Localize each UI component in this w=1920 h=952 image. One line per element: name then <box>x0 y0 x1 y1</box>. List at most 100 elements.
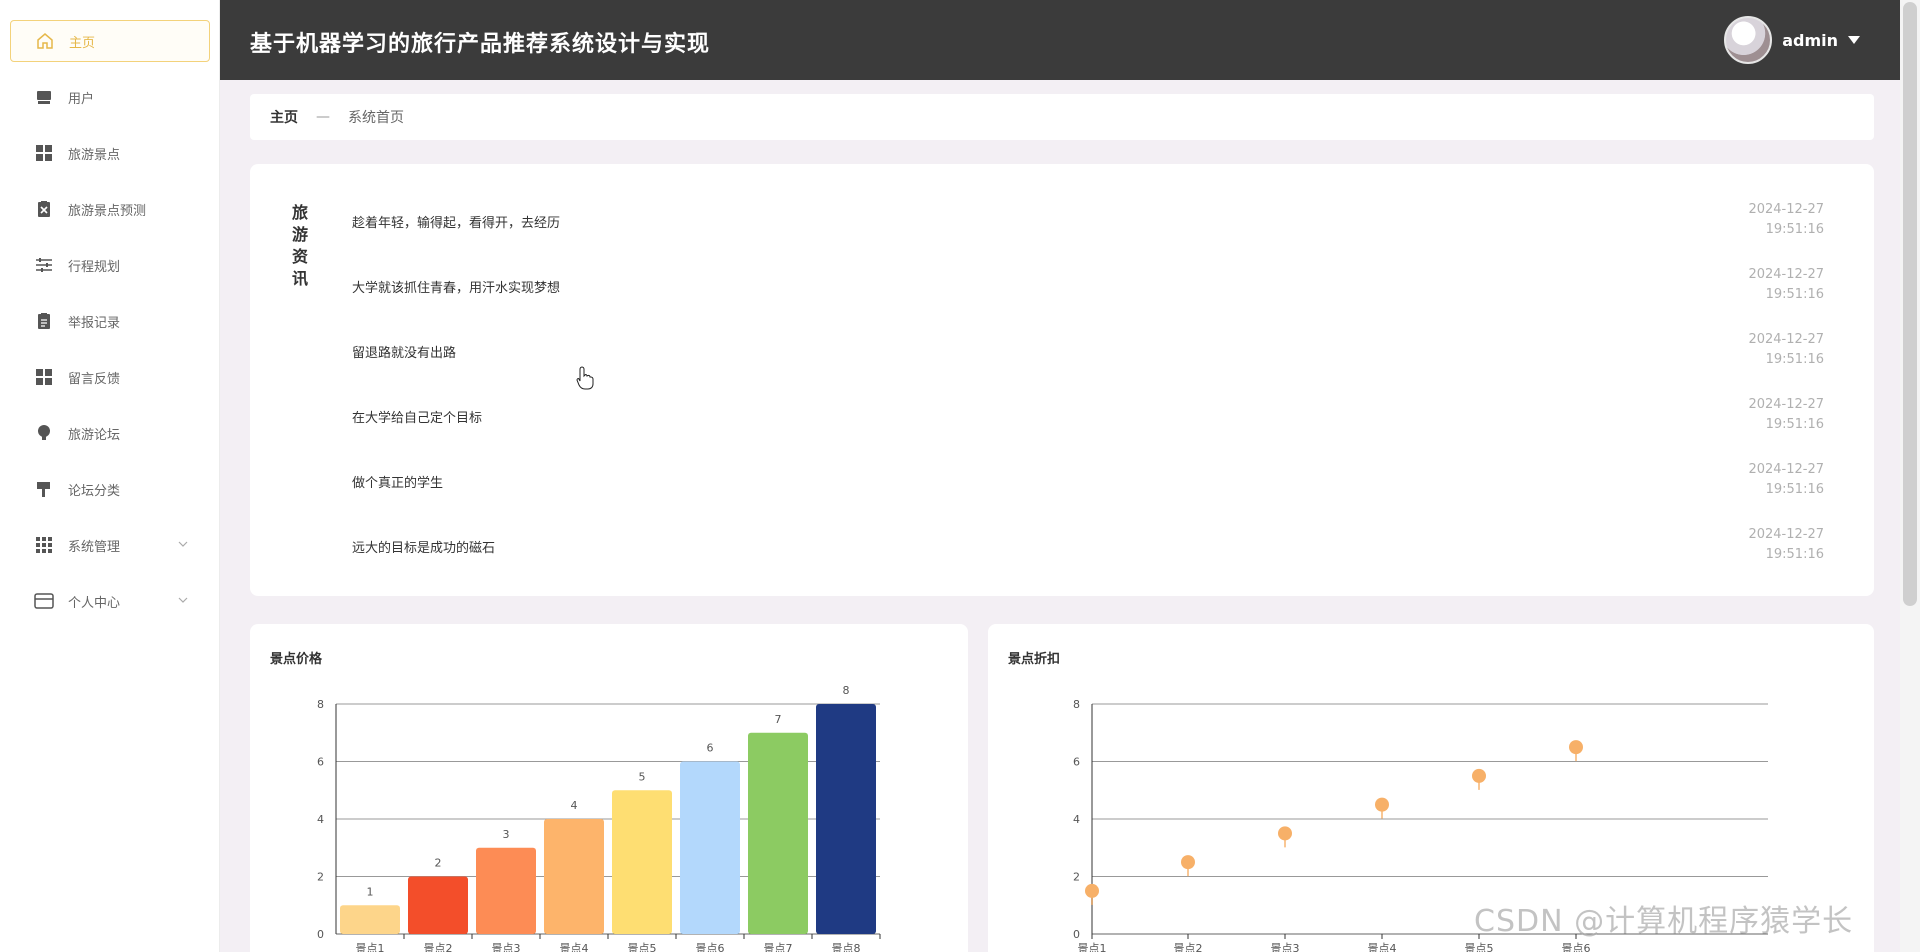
breadcrumb-current: 系统首页 <box>348 110 404 126</box>
x-tick-label: 景点4 <box>560 942 589 952</box>
paint-roller-icon <box>34 479 54 499</box>
news-item[interactable]: 留退路就没有出路 2024-12-27 19:51:16 <box>350 330 1850 370</box>
price-bar-chart: 0 2 4 6 8 1 景点1 2 景点2 3 景点3 4 景点4 5 景点5 6 景点6 7 景点7 8 景点8 <box>317 684 881 952</box>
sidebar-item-system-management[interactable]: 系统管理 <box>10 524 210 566</box>
page-scrollbar[interactable] <box>1900 0 1920 952</box>
scatter-point <box>1569 740 1583 755</box>
news-item-date-time: 19:51:16 <box>1765 222 1824 237</box>
bar-data-label: 1 <box>367 885 374 898</box>
news-item-title: 留退路就没有出路 <box>352 346 457 361</box>
news-item-date: 2024-12-27 19:51:16 <box>1748 395 1824 435</box>
news-item-title: 远大的目标是成功的磁石 <box>352 541 496 556</box>
user-icon <box>34 87 54 107</box>
y-tick-label: 6 <box>1073 756 1080 769</box>
x-tick-label: 景点1 <box>1078 942 1107 952</box>
y-tick-label: 6 <box>317 756 324 769</box>
bulb-icon <box>34 423 54 443</box>
news-item-date: 2024-12-27 19:51:16 <box>1748 525 1824 565</box>
news-item-date: 2024-12-27 19:51:16 <box>1748 330 1824 370</box>
sidebar-item-label: 旅游论坛 <box>68 427 121 443</box>
news-item[interactable]: 在大学给自己定个目标 2024-12-27 19:51:16 <box>350 395 1850 435</box>
breadcrumb-separator: — <box>316 109 330 125</box>
clipboard-x-icon <box>34 199 54 219</box>
bar <box>340 905 400 934</box>
x-tick-label: 景点3 <box>1271 942 1300 952</box>
bar-data-label: 3 <box>503 828 510 841</box>
x-tick-label: 景点7 <box>764 942 793 952</box>
user-menu[interactable]: admin <box>1724 16 1860 64</box>
news-item-date-time: 19:51:16 <box>1765 352 1824 367</box>
sidebar-item-label: 系统管理 <box>68 539 121 555</box>
news-item-title: 在大学给自己定个目标 <box>352 411 483 426</box>
scatter-point <box>1278 826 1292 841</box>
sliders-icon <box>34 255 54 275</box>
news-item[interactable]: 趁着年轻，输得起，看得开，去经历 2024-12-27 19:51:16 <box>350 200 1850 240</box>
news-item-title: 大学就该抓住青春，用汗水实现梦想 <box>352 281 561 296</box>
sidebar-item-attractions[interactable]: 旅游景点 <box>10 132 210 174</box>
sidebar-item-label: 用户 <box>68 91 95 107</box>
x-tick-label: 景点2 <box>424 942 453 952</box>
grid-icon <box>34 143 54 163</box>
sidebar-item-feedback[interactable]: 留言反馈 <box>10 356 210 398</box>
bar-data-label: 2 <box>435 857 442 870</box>
y-tick-label: 0 <box>317 928 324 941</box>
news-item-date-day: 2024-12-27 <box>1748 267 1824 282</box>
username: admin <box>1782 30 1838 50</box>
news-item[interactable]: 做个真正的学生 2024-12-27 19:51:16 <box>350 460 1850 500</box>
sidebar-item-attraction-forecast[interactable]: 旅游景点预测 <box>10 188 210 230</box>
news-item[interactable]: 远大的目标是成功的磁石 2024-12-27 19:51:16 <box>350 525 1850 565</box>
y-tick-label: 2 <box>1073 871 1080 884</box>
news-panel-title: 旅游资讯 <box>291 203 308 288</box>
news-item-date: 2024-12-27 19:51:16 <box>1748 200 1824 240</box>
sidebar-item-label: 留言反馈 <box>68 371 121 387</box>
bar-data-label: 6 <box>707 742 714 755</box>
sidebar-item-user[interactable]: 用户 <box>10 76 210 118</box>
bar-data-label: 4 <box>571 799 578 812</box>
bar <box>816 704 876 934</box>
news-item[interactable]: 大学就该抓住青春，用汗水实现梦想 2024-12-27 19:51:16 <box>350 265 1850 305</box>
news-item-title: 趁着年轻，输得起，看得开，去经历 <box>352 216 561 231</box>
news-item-title: 做个真正的学生 <box>352 476 444 491</box>
news-item-date-time: 19:51:16 <box>1765 482 1824 497</box>
x-tick-label: 景点4 <box>1368 942 1397 952</box>
bar-data-label: 7 <box>775 713 782 726</box>
chevron-down-icon <box>178 538 188 553</box>
x-tick-label: 景点6 <box>696 942 725 952</box>
x-tick-label: 景点5 <box>1465 942 1494 952</box>
sidebar-item-forum-category[interactable]: 论坛分类 <box>10 468 210 510</box>
y-tick-label: 4 <box>317 813 324 826</box>
scrollbar-thumb[interactable] <box>1903 2 1917 606</box>
y-tick-label: 2 <box>317 871 324 884</box>
sidebar-item-label: 旅游景点预测 <box>68 203 147 219</box>
sidebar-item-itinerary[interactable]: 行程规划 <box>10 244 210 286</box>
y-tick-label: 0 <box>1073 928 1080 941</box>
bar <box>476 847 536 934</box>
home-icon <box>35 31 55 51</box>
x-tick-label: 景点3 <box>492 942 521 952</box>
news-item-date-time: 19:51:16 <box>1765 547 1824 562</box>
scatter-point <box>1375 797 1389 812</box>
bar <box>748 732 808 934</box>
x-tick-label: 景点8 <box>832 942 861 952</box>
x-tick-label: 景点1 <box>356 942 385 952</box>
caret-down-icon <box>1848 36 1860 44</box>
news-item-date-day: 2024-12-27 <box>1748 527 1824 542</box>
avatar[interactable] <box>1724 16 1773 64</box>
sidebar: 主页 用户 旅游景点 旅游景点预测 行程规划 举报记录 留言反馈 旅游论坛 论坛… <box>0 0 220 952</box>
price-chart-card: 景点价格 0 2 4 6 8 1 景点1 2 景点2 3 景点3 4 景点4 5 景点5 6 景点6 7 景点7 8 景… <box>250 624 968 952</box>
bar <box>680 761 740 934</box>
y-tick-label: 8 <box>317 698 324 711</box>
grid-icon <box>34 367 54 387</box>
news-item-date-day: 2024-12-27 <box>1748 332 1824 347</box>
hand-cursor-icon <box>576 366 594 394</box>
sidebar-item-personal-center[interactable]: 个人中心 <box>10 580 210 622</box>
sidebar-item-reports[interactable]: 举报记录 <box>10 300 210 342</box>
breadcrumb-home[interactable]: 主页 <box>270 107 298 127</box>
sidebar-item-label: 论坛分类 <box>68 483 121 499</box>
sidebar-item-home[interactable]: 主页 <box>10 20 210 62</box>
sidebar-item-forum[interactable]: 旅游论坛 <box>10 412 210 454</box>
sidebar-item-label: 个人中心 <box>68 595 121 611</box>
y-tick-label: 8 <box>1073 698 1080 711</box>
x-tick-label: 景点6 <box>1562 942 1591 952</box>
news-panel: 旅游资讯 趁着年轻，输得起，看得开，去经历 2024-12-27 19:51:1… <box>250 164 1874 596</box>
